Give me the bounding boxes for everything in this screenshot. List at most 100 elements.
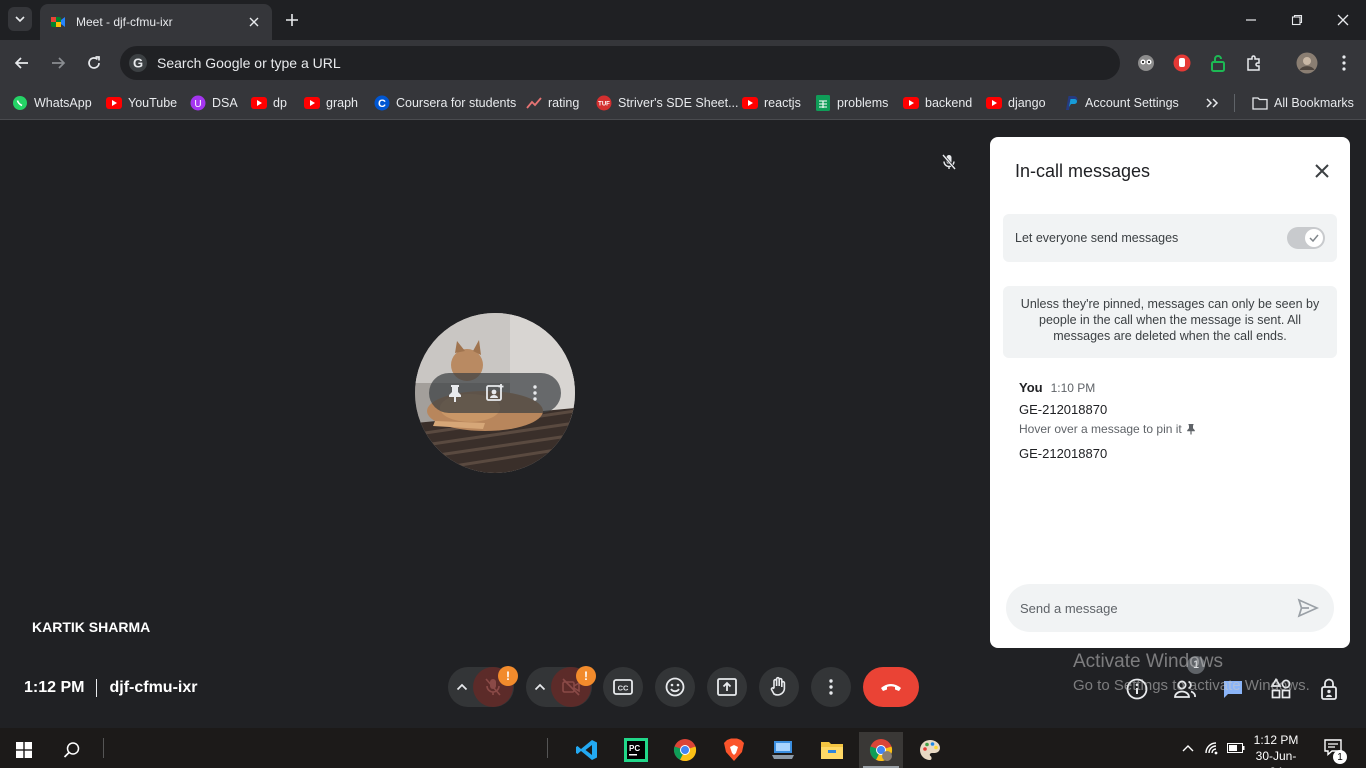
extensions-button[interactable] [1243, 52, 1265, 74]
owl-icon [1138, 55, 1154, 71]
closed-captions-icon: CC [613, 679, 633, 695]
taskbar-this-pc[interactable] [761, 732, 805, 768]
present-screen-button[interactable] [707, 667, 747, 707]
bookmark-label: dp [273, 96, 287, 110]
profile-avatar[interactable] [1296, 52, 1318, 74]
browser-menu-button[interactable] [1333, 52, 1355, 74]
host-controls-button[interactable] [1316, 676, 1342, 702]
paint-palette-icon [920, 740, 940, 760]
coursera-icon: C [374, 95, 390, 111]
bookmark-label: Account Settings [1085, 96, 1179, 110]
chevron-up-icon [1182, 745, 1194, 752]
extension-lock-button[interactable] [1207, 52, 1229, 74]
taskbar-chrome-active[interactable] [859, 732, 903, 768]
chevron-double-right-icon [1204, 95, 1220, 111]
bookmark-coursera[interactable]: C Coursera for students [374, 92, 516, 114]
all-bookmarks-button[interactable]: All Bookmarks [1252, 92, 1354, 114]
bookmark-account-settings[interactable]: Account Settings [1063, 92, 1179, 114]
taskbar-clock[interactable]: 1:12 PM 30-Jun-24 [1252, 732, 1300, 768]
reload-button[interactable] [82, 51, 106, 75]
plus-icon [286, 14, 298, 26]
frame-person-button[interactable] [483, 381, 507, 405]
pin-button[interactable] [443, 381, 467, 405]
captions-button[interactable]: CC [603, 667, 643, 707]
pin-icon [449, 385, 461, 402]
browser-tab-meet[interactable]: Meet - djf-cfmu-ixr [40, 4, 272, 40]
let-everyone-send-toggle[interactable] [1287, 227, 1325, 249]
stop-hand-icon [1173, 54, 1191, 72]
bookmark-dp[interactable]: dp [251, 92, 287, 114]
battery-button[interactable] [1226, 738, 1246, 758]
close-panel-button[interactable] [1310, 159, 1334, 183]
minimize-icon [1246, 19, 1256, 21]
chevron-up-icon [534, 683, 546, 691]
raise-hand-button[interactable] [759, 667, 799, 707]
minimize-button[interactable] [1239, 8, 1263, 32]
bookmark-dsa[interactable]: U DSA [190, 92, 238, 114]
search-button[interactable] [50, 732, 94, 768]
brave-icon [724, 738, 744, 761]
bookmark-label: problems [837, 96, 889, 110]
vscode-icon [576, 740, 597, 760]
bookmark-backend[interactable]: backend [903, 92, 972, 114]
message-sender: You [1019, 380, 1043, 395]
extension-owl-button[interactable] [1135, 52, 1157, 74]
new-tab-button[interactable] [282, 10, 302, 30]
bookmark-reactjs[interactable]: reactjs [742, 92, 801, 114]
bookmark-youtube[interactable]: YouTube [106, 92, 177, 114]
bookmark-striver[interactable]: TUF Striver's SDE Sheet... [596, 92, 738, 114]
bookmark-label: Coursera for students [396, 96, 517, 110]
svg-text:C: C [378, 98, 386, 110]
udemy-icon: U [190, 95, 206, 111]
bookmark-label: DSA [212, 96, 238, 110]
restore-button[interactable] [1285, 8, 1309, 32]
panel-title: In-call messages [1015, 161, 1151, 181]
tab-search-button[interactable] [8, 7, 32, 31]
tile-actions-overlay [429, 373, 561, 413]
pin-hint: Hover over a message to pin it [1019, 422, 1196, 436]
tile-more-options-button[interactable] [523, 381, 547, 405]
mic-warning-badge: ! [498, 666, 518, 686]
chat-message[interactable]: GE-212018870 [1019, 402, 1107, 417]
chart-icon [526, 95, 542, 111]
tab-strip: Meet - djf-cfmu-ixr [0, 0, 1366, 40]
taskbar-vscode[interactable] [565, 732, 609, 768]
close-window-button[interactable] [1331, 8, 1355, 32]
address-bar[interactable]: G Search Google or type a URL [120, 46, 1120, 80]
audio-settings-chevron[interactable] [451, 667, 473, 707]
taskbar-file-explorer[interactable] [810, 732, 854, 768]
reactions-button[interactable] [655, 667, 695, 707]
reload-icon [88, 56, 100, 69]
bookmarks-overflow-button[interactable] [1204, 92, 1226, 114]
taskbar-brave[interactable] [712, 732, 756, 768]
chat-message[interactable]: GE-212018870 [1019, 446, 1107, 461]
bookmark-whatsapp[interactable]: WhatsApp [12, 92, 92, 114]
taskbar-chrome[interactable] [663, 732, 707, 768]
more-options-button[interactable] [811, 667, 851, 707]
forward-button[interactable] [46, 51, 70, 75]
taskbar-pycharm[interactable]: PC [614, 732, 658, 768]
restore-icon [1291, 14, 1303, 26]
lock-open-icon [1211, 55, 1225, 72]
send-message-input[interactable] [1020, 600, 1296, 616]
back-button[interactable] [10, 51, 34, 75]
tab-close-icon[interactable] [246, 14, 262, 30]
tray-overflow-button[interactable] [1178, 738, 1198, 758]
bookmark-problems[interactable]: problems [815, 92, 888, 114]
pycharm-icon: PC [624, 738, 648, 762]
leave-call-button[interactable] [863, 667, 919, 707]
clock-date: 30-Jun-24 [1255, 749, 1297, 768]
extension-hand-button[interactable] [1171, 52, 1193, 74]
send-message-button[interactable] [1296, 596, 1320, 620]
bookmark-graph[interactable]: graph [304, 92, 358, 114]
chevron-down-icon [15, 16, 25, 23]
video-settings-chevron[interactable] [529, 667, 551, 707]
taskbar-paint[interactable] [908, 732, 952, 768]
start-button[interactable] [2, 732, 46, 768]
bookmark-rating[interactable]: rating [526, 92, 579, 114]
more-vert-icon [829, 679, 833, 695]
more-vert-icon [1342, 55, 1346, 71]
network-button[interactable] [1202, 738, 1222, 758]
bookmark-django[interactable]: django [986, 92, 1046, 114]
more-vert-icon [533, 385, 537, 401]
